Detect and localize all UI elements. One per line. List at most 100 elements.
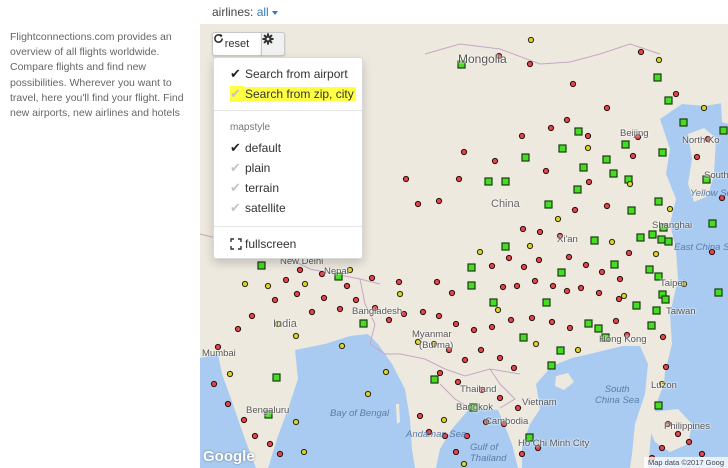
airport-marker <box>491 157 499 165</box>
menu-label-style-satellite: satellite <box>245 201 286 215</box>
menu-label-search-zip: Search from zip, city <box>243 87 356 101</box>
airport-marker <box>301 280 309 288</box>
airport-marker <box>452 320 460 328</box>
intro-text: Flightconnections.com provides an overvi… <box>10 31 184 120</box>
airport-marker <box>520 263 528 271</box>
airlines-label: airlines: <box>212 5 254 19</box>
airport-marker <box>488 323 496 331</box>
airport-marker <box>414 200 422 208</box>
airport-marker <box>662 363 670 371</box>
hub-marker <box>547 361 556 370</box>
check-icon: ✔ <box>230 200 241 215</box>
hub-marker <box>658 148 667 157</box>
hub-marker <box>664 96 673 105</box>
caret-down-icon <box>271 10 278 15</box>
airport-marker <box>266 440 274 448</box>
menu-item-style-satellite[interactable]: ✔ satellite <box>214 198 362 218</box>
airport-marker <box>616 275 624 283</box>
menu-item-style-terrain[interactable]: ✔ terrain <box>214 178 362 198</box>
check-icon: ✔ <box>230 140 241 155</box>
airport-marker <box>637 48 645 56</box>
label-mongolia: Mongolia <box>458 52 507 66</box>
menu-item-style-plain[interactable]: ✔ plain <box>214 158 362 178</box>
airport-marker <box>292 418 300 426</box>
hub-marker <box>558 144 567 153</box>
airlines-dropdown[interactable]: all <box>257 5 278 19</box>
airport-marker <box>526 60 534 68</box>
airport-marker <box>248 312 256 320</box>
airport-marker <box>585 178 593 186</box>
airport-marker <box>659 333 667 341</box>
airport-marker <box>440 416 448 424</box>
menu-label-style-default: default <box>245 141 282 155</box>
airport-marker <box>499 283 507 291</box>
airport-marker <box>518 450 526 458</box>
airport-marker <box>527 36 535 44</box>
airport-marker <box>282 276 290 284</box>
airport-marker <box>658 444 666 452</box>
menu-item-search-airport[interactable]: ✔ Search from airport <box>214 64 362 84</box>
airport-marker <box>251 432 259 440</box>
menu-item-fullscreen[interactable]: fullscreen <box>214 234 362 254</box>
hub-marker <box>627 206 636 215</box>
refresh-icon <box>214 33 223 43</box>
airport-marker <box>598 268 606 276</box>
hub-marker <box>645 265 654 274</box>
airport-marker <box>569 80 577 88</box>
airport-marker <box>276 450 284 458</box>
airport-marker <box>620 292 628 300</box>
label-vietnam: Vietnam <box>522 397 557 408</box>
menu-item-style-default[interactable]: ✔ default <box>214 138 362 158</box>
label-mumbai: Mumbai <box>202 348 236 359</box>
hub-marker <box>272 373 281 382</box>
label-philippines: Philippines <box>664 421 710 432</box>
airport-marker <box>234 325 242 333</box>
airport-marker <box>507 316 515 324</box>
hub-marker <box>544 200 553 209</box>
label-andaman-sea: Andaman Sea <box>406 429 467 440</box>
airport-marker <box>224 400 232 408</box>
settings-dropdown-menu: ✔ Search from airport ✔ Search from zip,… <box>213 57 363 259</box>
menu-item-search-zip[interactable]: ✔ Search from zip, city <box>214 84 362 104</box>
hub-marker <box>501 242 510 251</box>
hub-marker <box>719 126 728 135</box>
google-logo: Google <box>203 448 255 465</box>
hub-marker <box>602 155 611 164</box>
airport-marker <box>655 56 663 64</box>
airport-marker <box>476 248 484 256</box>
hub-marker <box>657 235 666 244</box>
airport-marker <box>338 342 346 350</box>
airport-marker <box>460 148 468 156</box>
label-xian: Xi'an <box>557 234 578 245</box>
reset-button[interactable]: reset <box>212 32 262 56</box>
hub-marker <box>467 281 476 290</box>
airport-marker <box>566 324 574 332</box>
label-bengaluru: Bengaluru <box>246 405 290 416</box>
airport-marker <box>528 314 536 322</box>
label-ho-chi-minh: Ho Chi Minh City <box>518 438 590 449</box>
label-bangladesh: Bangladesh <box>352 306 403 317</box>
hub-marker <box>636 233 645 242</box>
airport-marker <box>584 144 592 152</box>
settings-button[interactable] <box>261 32 285 56</box>
label-south-china-sea: South China Sea <box>595 384 640 406</box>
airport-marker <box>612 317 620 325</box>
hub-marker <box>489 298 498 307</box>
airport-marker <box>271 296 279 304</box>
airport-marker <box>698 450 706 458</box>
airport-marker <box>532 340 540 348</box>
airport-marker <box>416 412 424 420</box>
airport-marker <box>549 282 557 290</box>
airport-marker <box>518 132 526 140</box>
hub-marker <box>590 236 599 245</box>
airport-marker <box>488 262 496 270</box>
label-beijing: Beijing <box>620 128 649 139</box>
label-burma: (Burma) <box>419 340 454 351</box>
airport-marker <box>308 308 316 316</box>
airport-marker <box>574 346 582 354</box>
label-hong-kong: Hong Kong <box>599 334 647 345</box>
menu-label-search-airport: Search from airport <box>245 67 348 81</box>
fullscreen-icon <box>230 238 242 250</box>
airport-marker <box>336 305 344 313</box>
airport-marker <box>674 430 682 438</box>
